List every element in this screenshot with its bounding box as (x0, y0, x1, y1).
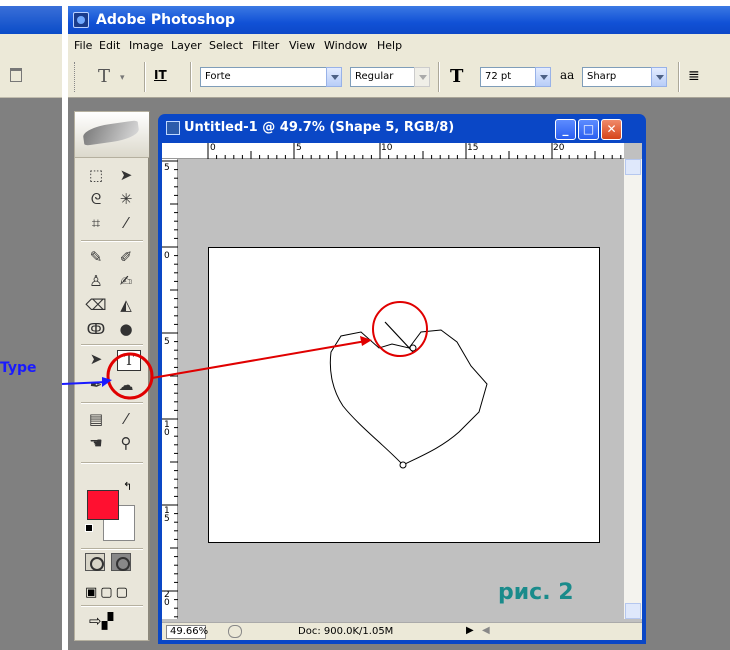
annotation-overlay (61, 301, 428, 400)
type-tool-highlight-circle (106, 352, 154, 400)
type-label-pointer (61, 381, 107, 385)
annotation-arrowhead (360, 336, 372, 346)
figure-label: рис. 2 (498, 580, 574, 605)
cursor-highlight-circle (372, 301, 428, 357)
type-callout-label: Type (0, 360, 37, 376)
annotation-arrow-line (151, 340, 367, 379)
